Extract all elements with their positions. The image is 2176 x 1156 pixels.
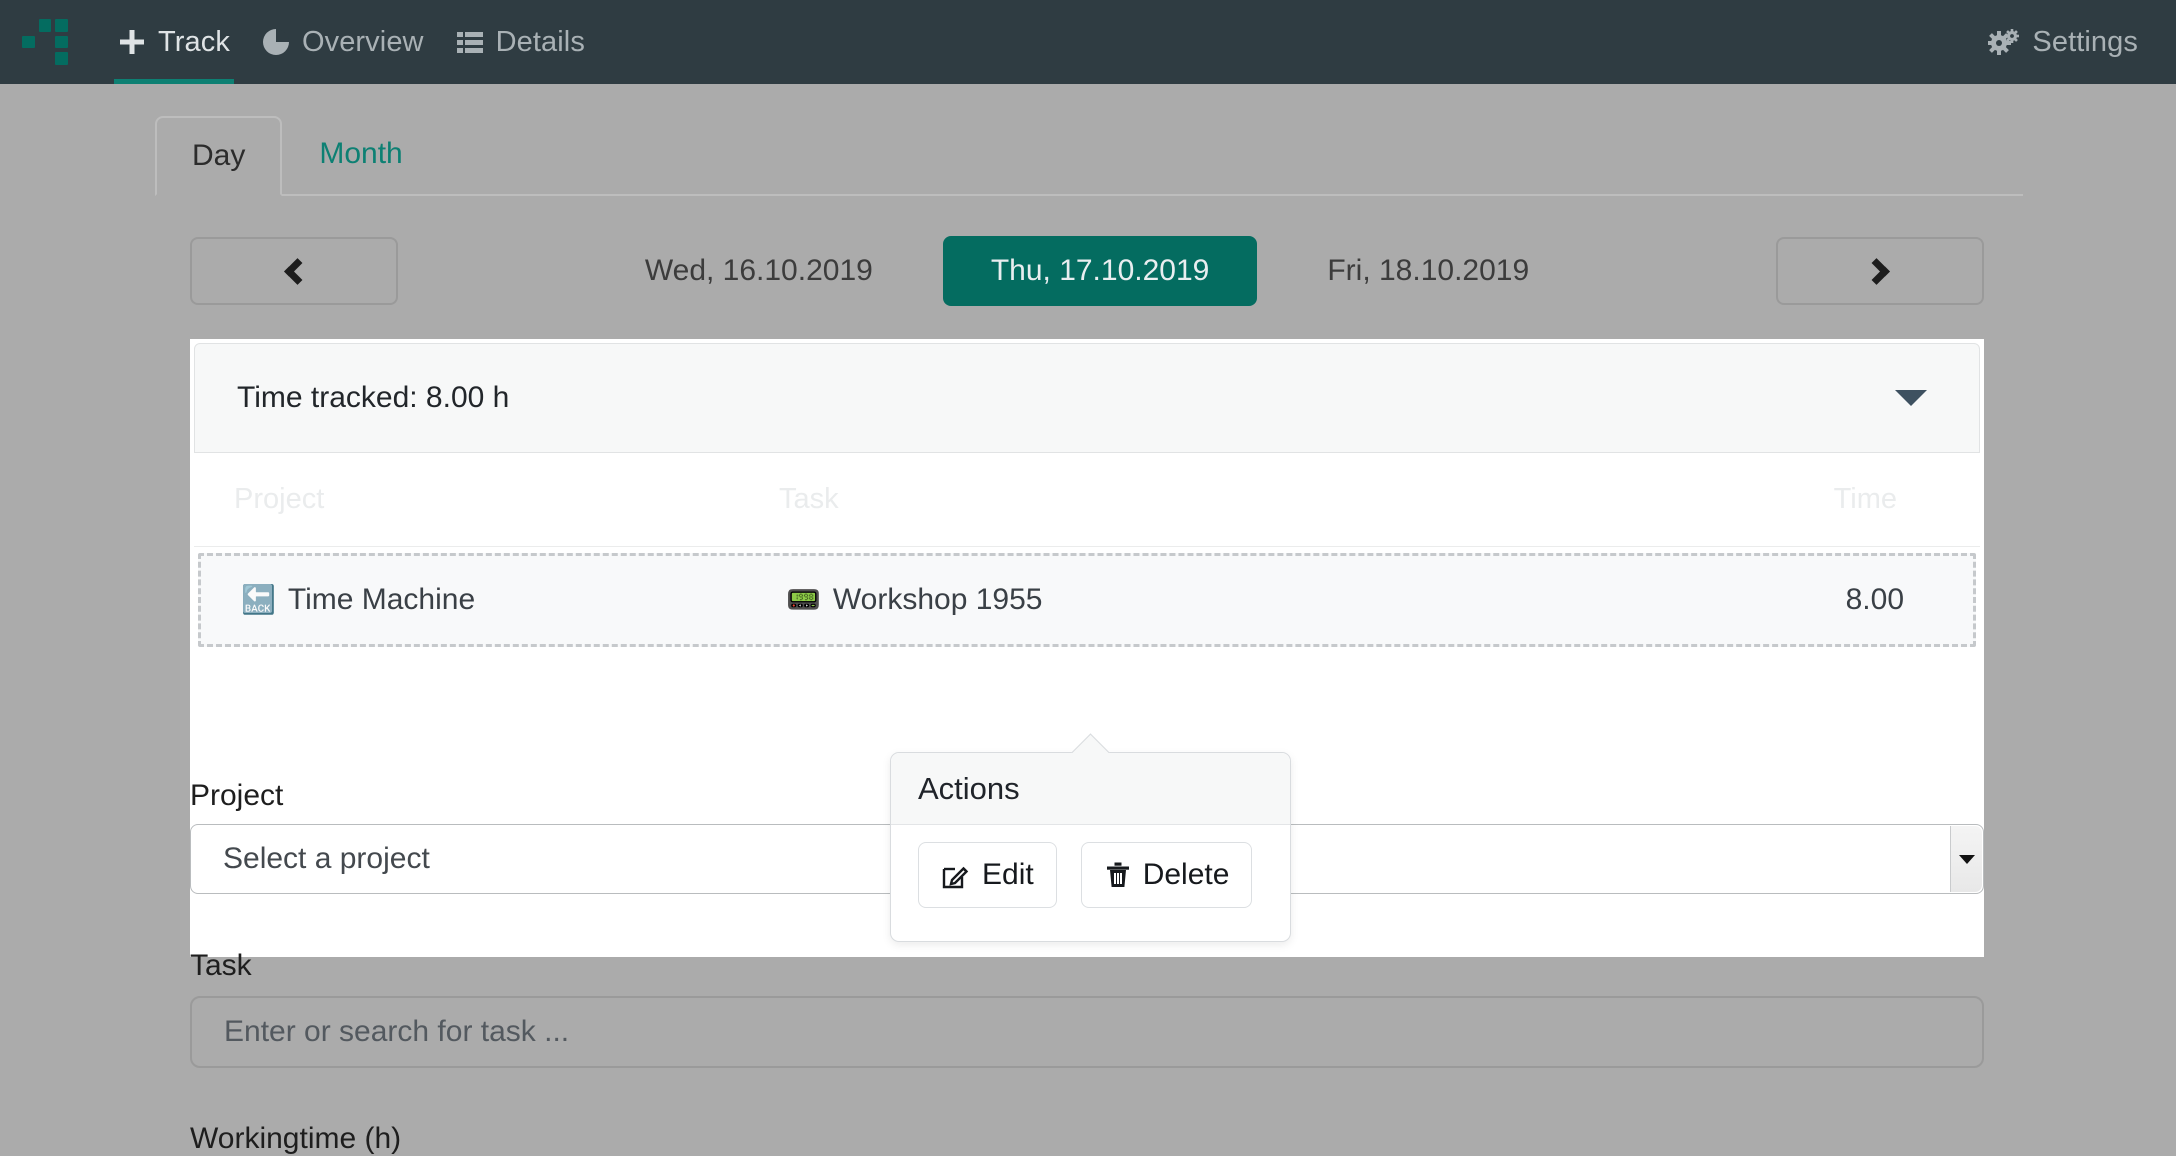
cell-project-label: Time Machine <box>287 583 476 616</box>
nav-label-details: Details <box>495 25 585 58</box>
nav-item-track[interactable]: Track <box>102 0 246 84</box>
logo-cell <box>38 19 52 32</box>
tab-month[interactable]: Month <box>282 114 439 194</box>
actions-popover-title: Actions <box>891 753 1290 825</box>
chevron-down-icon[interactable] <box>1950 826 1982 892</box>
table-row[interactable]: 🔙 Time Machine 📟 Workshop 1955 8.00 <box>198 553 1976 647</box>
time-tracked-label: Time tracked: 8.00 h <box>237 381 510 414</box>
date-list: Wed, 16.10.2019 Thu, 17.10.2019 Fri, 18.… <box>603 236 1571 306</box>
gears-icon <box>1988 28 2020 56</box>
trash-icon <box>1104 860 1132 890</box>
logo-cell <box>55 52 68 65</box>
date-navigation: Wed, 16.10.2019 Thu, 17.10.2019 Fri, 18.… <box>190 226 1984 316</box>
column-header-project: Project <box>234 483 325 515</box>
top-navigation-bar: Track Overview Details Settings <box>0 0 2176 84</box>
list-icon <box>456 28 484 56</box>
actions-popover: Actions Edit Delete <box>890 752 1291 942</box>
tab-day[interactable]: Day <box>155 116 283 196</box>
delete-button[interactable]: Delete <box>1080 842 1253 908</box>
logo-cell <box>55 19 68 32</box>
project-field-label: Project <box>190 779 284 812</box>
edit-button-label: Edit <box>982 858 1034 891</box>
chevron-left-icon <box>284 257 311 285</box>
task-field-label: Task <box>190 949 252 982</box>
workingtime-field-label: Workingtime (h) <box>190 1122 402 1155</box>
plus-icon <box>118 28 146 56</box>
next-day-button[interactable] <box>1776 237 1984 305</box>
logo-cell <box>22 52 35 65</box>
nav-item-overview[interactable]: Overview <box>246 0 440 84</box>
logo-cell <box>22 19 35 32</box>
logo-cell <box>55 35 68 49</box>
back-arrow-icon: 🔙 <box>241 584 276 615</box>
logo-cell <box>39 52 52 65</box>
pencil-square-icon <box>941 860 971 890</box>
delete-button-label: Delete <box>1142 858 1230 891</box>
logo-cell <box>39 36 52 49</box>
chevron-right-icon <box>1863 257 1890 285</box>
tab-day-label: Day <box>192 139 246 172</box>
cell-project: 🔙 Time Machine <box>201 583 786 617</box>
timetracker-logo[interactable] <box>22 19 68 65</box>
logo-cell <box>22 35 35 49</box>
nav-label-overview: Overview <box>301 25 424 58</box>
table-header-row: Project Task Time <box>194 453 1980 547</box>
tab-month-label: Month <box>319 137 403 170</box>
nav-label-settings: Settings <box>2032 25 2138 58</box>
cell-task: 📟 Workshop 1955 <box>786 583 1666 617</box>
chevron-down-icon[interactable] <box>1895 390 1927 406</box>
nav-item-settings[interactable]: Settings <box>1972 0 2154 84</box>
time-tracked-summary[interactable]: Time tracked: 8.00 h <box>194 343 1980 453</box>
nav-label-track: Track <box>158 25 230 58</box>
column-header-time: Time <box>1833 483 1897 515</box>
date-item-next[interactable]: Fri, 18.10.2019 <box>1285 254 1571 288</box>
column-header-task: Task <box>779 483 839 515</box>
nav-item-details[interactable]: Details <box>440 0 601 84</box>
page-body: Day Month Wed, 16.10.2019 Thu, 17.10.201… <box>0 84 2176 1155</box>
date-item-previous[interactable]: Wed, 16.10.2019 <box>603 254 915 288</box>
pager-icon: 📟 <box>786 584 821 615</box>
project-select-value: Select a project <box>223 842 430 875</box>
cell-time: 8.00 <box>1845 583 1904 616</box>
task-input-placeholder: Enter or search for task ... <box>224 1015 570 1048</box>
task-input[interactable]: Enter or search for task ... <box>190 996 1984 1068</box>
previous-day-button[interactable] <box>190 237 398 305</box>
cell-task-label: Workshop 1955 <box>832 583 1043 616</box>
edit-button[interactable]: Edit <box>918 842 1057 908</box>
time-entries-table: Project Task Time 🔙 Time Machine 📟 Works… <box>194 453 1980 647</box>
date-item-current[interactable]: Thu, 17.10.2019 <box>942 236 1258 306</box>
pie-chart-icon <box>262 28 290 56</box>
actions-popover-body: Edit Delete <box>891 825 1290 908</box>
view-tabs: Day Month <box>155 116 2023 196</box>
